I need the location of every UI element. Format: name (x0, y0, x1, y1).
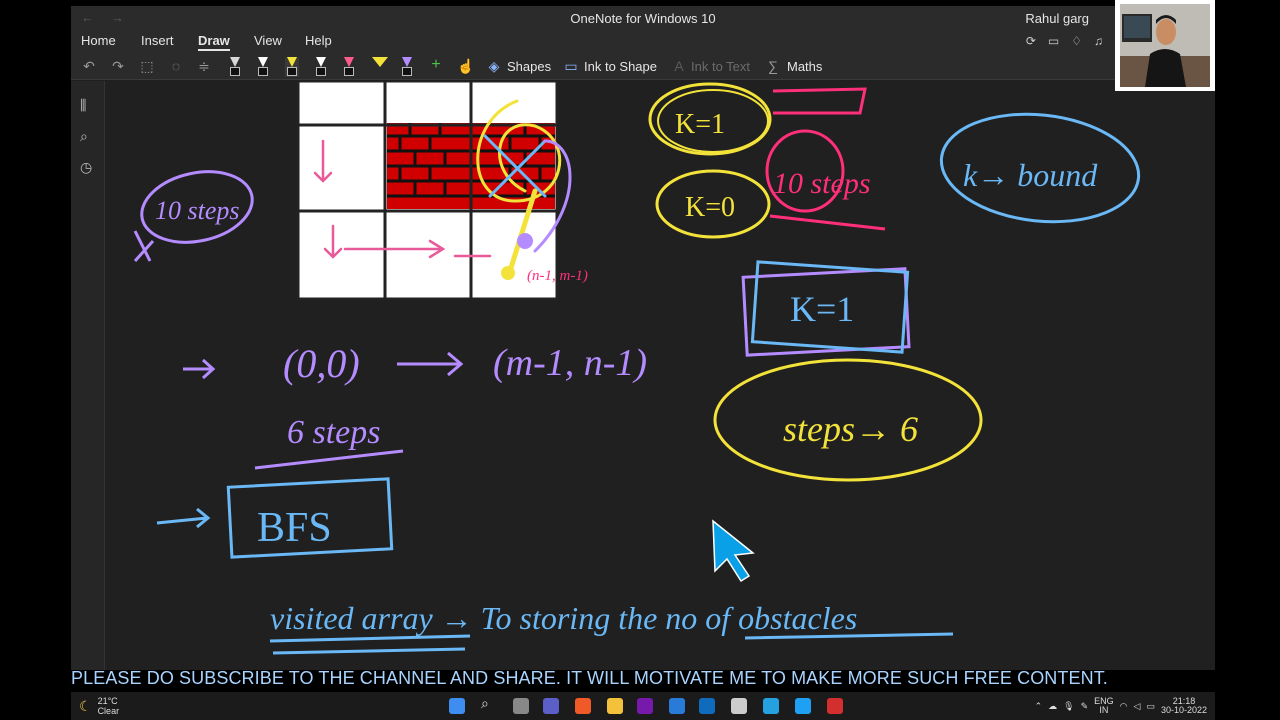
bfs-label: BFS (257, 505, 332, 551)
title-bar: ← → OneNote for Windows 10 Rahul garg (71, 6, 1215, 32)
microphone-icon[interactable]: 🎙 (1063, 701, 1074, 712)
shapes-button[interactable]: Shapes (507, 59, 551, 74)
visited-array-note: visited array → To storing the no of obs… (270, 600, 857, 636)
recent-icon[interactable]: ◷ (80, 159, 92, 176)
windows-taskbar: ☾ 21°C Clear ⌕ ⌃ ☁ 🎙 ✎ ENG IN ◠ ◁ ▭ 21:1… (71, 692, 1215, 720)
lightbulb-icon[interactable]: ♢ (1071, 34, 1082, 48)
region-code: IN (1099, 705, 1109, 715)
vscode-icon[interactable] (763, 698, 779, 714)
file-explorer-icon[interactable] (607, 698, 623, 714)
ink-to-text-button: Ink to Text (691, 59, 751, 74)
touch-draw-icon[interactable]: ☝ (456, 58, 476, 75)
ruler-icon[interactable]: ≑ (194, 58, 214, 75)
system-tray: ⌃ ☁ 🎙 ✎ ENG IN ◠ ◁ ▭ 21:18 30-10-2022 (1035, 697, 1207, 715)
battery-icon[interactable]: ▭ (1146, 701, 1155, 712)
user-name[interactable]: Rahul garg (1025, 11, 1089, 26)
k-equals-1-top: K=1 (675, 109, 725, 140)
bell-icon[interactable]: ♫ (1094, 34, 1103, 48)
obstacle-grid (296, 81, 559, 301)
store-icon[interactable] (699, 698, 715, 714)
undo-icon[interactable]: ↶ (79, 58, 99, 75)
pen-tool-6[interactable] (400, 57, 414, 77)
weather-condition: Clear (97, 706, 120, 716)
redo-icon[interactable]: ↷ (108, 58, 128, 75)
highlighter-tool[interactable] (370, 57, 388, 77)
moon-icon: ☾ (79, 697, 92, 714)
search-icon[interactable]: ⌕ (80, 128, 88, 145)
brave-icon[interactable] (575, 698, 591, 714)
grid-corner-label: (n-1, m-1) (527, 268, 588, 284)
temperature: 21°C (97, 696, 118, 706)
title-actions: ⟳ ▭ ♢ ♫ (1026, 34, 1103, 48)
pen-tool-1[interactable] (228, 57, 242, 77)
clock-date: 30-10-2022 (1160, 705, 1207, 715)
maths-icon[interactable]: ∑ (763, 58, 783, 74)
notebooks-icon[interactable]: ⫼ (80, 97, 86, 114)
tray-expand-icon[interactable]: ⌃ (1035, 701, 1043, 712)
photos-icon[interactable] (795, 698, 811, 714)
presenter-image (1120, 4, 1210, 87)
ink-to-shape-button[interactable]: Ink to Shape (584, 59, 657, 74)
acrobat-icon[interactable] (827, 698, 843, 714)
menu-insert[interactable]: Insert (141, 33, 174, 48)
maths-button[interactable]: Maths (787, 59, 822, 74)
shapes-icon[interactable]: ◈ (484, 58, 504, 75)
clock[interactable]: 21:18 30-10-2022 (1161, 697, 1207, 715)
coords-end: (m-1, n-1) (493, 342, 647, 384)
select-icon[interactable]: ⬚ (137, 58, 157, 75)
pen-tool-5[interactable] (342, 57, 356, 77)
wifi-icon[interactable]: ◠ (1120, 701, 1128, 712)
add-pen-icon[interactable]: + (426, 56, 446, 74)
left-navigation: ⫼ ⌕ ◷ (71, 81, 105, 670)
pen-tool-4[interactable] (314, 57, 328, 77)
language-indicator[interactable]: ENG IN (1094, 697, 1114, 715)
pen-tool-3-selected[interactable] (285, 57, 299, 77)
sync-icon[interactable]: ⟳ (1026, 34, 1036, 48)
menu-draw[interactable]: Draw (198, 33, 230, 51)
ink-layer: (n-1, m-1) 10 steps (0,0) (m-1, n-1) 6 s… (133, 81, 1141, 655)
k-equals-1-box: K=1 (790, 289, 854, 329)
cloud-icon[interactable]: ☁ (1048, 701, 1057, 712)
onenote-icon[interactable] (637, 698, 653, 714)
menu-help[interactable]: Help (305, 33, 332, 48)
ten-steps-right: 10 steps (773, 167, 871, 200)
k-equals-0: K=0 (685, 192, 735, 223)
six-steps: 6 steps (287, 414, 381, 451)
pen-tool-2[interactable] (256, 57, 270, 77)
start-icon[interactable] (449, 698, 465, 714)
volume-icon[interactable]: ◁ (1134, 701, 1141, 712)
coords-start: (0,0) (283, 341, 360, 386)
menu-view[interactable]: View (254, 33, 282, 48)
weather-widget[interactable]: ☾ 21°C Clear (79, 696, 119, 716)
calendar-icon[interactable] (731, 698, 747, 714)
steps-six: steps→ 6 (783, 409, 918, 449)
subscribe-banner: PLEASE DO SUBSCRIBE TO THE CHANNEL AND S… (71, 668, 1108, 688)
pen-icon[interactable]: ✎ (1081, 701, 1089, 712)
notebook-icon[interactable]: ▭ (1048, 34, 1059, 48)
mail-icon[interactable] (669, 698, 685, 714)
draw-ribbon: ↶ ↷ ⬚ ◌ ≑ + ☝ ◈ Shapes ▭ Ink to Shape A … (71, 54, 1215, 80)
ten-steps-left: 10 steps (155, 196, 240, 225)
menu-home[interactable]: Home (81, 33, 116, 48)
chat-icon[interactable] (543, 698, 559, 714)
task-view-icon[interactable] (513, 698, 529, 714)
note-canvas[interactable]: (n-1, m-1) 10 steps (0,0) (m-1, n-1) 6 s… (105, 81, 1215, 670)
k-bound-label: k→ bound (963, 157, 1098, 193)
search-taskbar-icon[interactable]: ⌕ (481, 695, 497, 711)
menu-bar: Home Insert Draw View Help ⟳ ▭ ♢ ♫ (71, 32, 1215, 54)
presenter-webcam (1115, 0, 1215, 91)
ink-to-shape-icon[interactable]: ▭ (561, 58, 581, 75)
onenote-window: ← → OneNote for Windows 10 Rahul garg Ho… (71, 6, 1215, 670)
mouse-cursor (712, 519, 755, 583)
ink-to-text-icon: A (674, 58, 684, 74)
lasso-icon[interactable]: ◌ (166, 58, 186, 74)
